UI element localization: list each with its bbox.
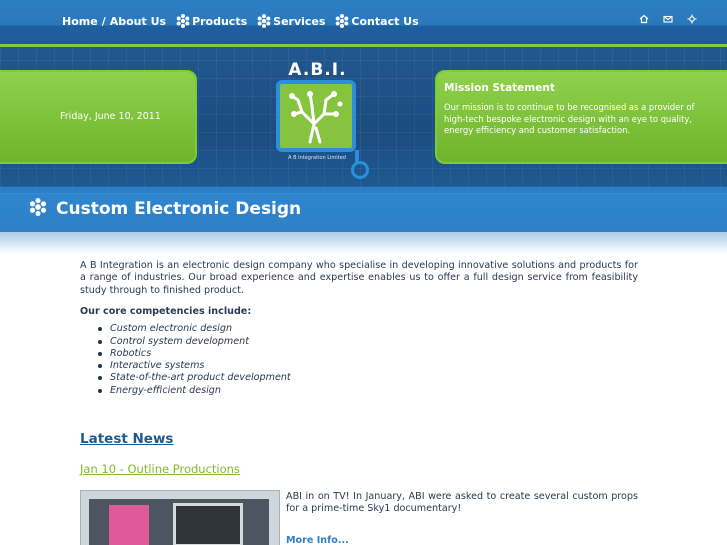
snowflake-icon	[257, 14, 271, 28]
nav-home[interactable]: Home	[62, 15, 98, 28]
snowflake-icon	[176, 14, 190, 28]
current-date: Friday, June 10, 2011	[60, 111, 161, 122]
sitemap-icon[interactable]	[687, 14, 697, 24]
list-item: Robotics	[98, 348, 638, 360]
snowflake-icon	[336, 14, 349, 28]
utility-icons	[639, 14, 697, 24]
news-image[interactable]	[80, 490, 280, 545]
logo-subtitle: A B Integration Limited	[288, 155, 346, 161]
nav-products[interactable]: Products	[192, 15, 247, 28]
mission-title: Mission Statement	[444, 82, 555, 94]
home-icon[interactable]	[639, 14, 649, 24]
mission-text: Our mission is to continue to be recogni…	[444, 102, 695, 136]
intro-paragraph: A B Integration is an electronic design …	[80, 260, 638, 296]
list-item: Control system development	[98, 336, 638, 348]
list-item: Custom electronic design	[98, 323, 638, 335]
page-title: Custom Electronic Design	[56, 199, 302, 219]
main-menu: Home / About Us Products Services Contac…	[62, 14, 419, 28]
news-item-text: ABI in on TV! In January, ABI were asked…	[286, 491, 638, 515]
circuit-tree-icon	[289, 91, 343, 144]
nav-about-us[interactable]: About Us	[110, 15, 166, 28]
list-item: Interactive systems	[98, 360, 638, 372]
list-item: State-of-the-art product development	[98, 372, 638, 384]
news-item-title[interactable]: Jan 10 - Outline Productions	[80, 462, 240, 476]
main-content: A B Integration is an electronic design …	[80, 260, 638, 397]
mail-icon[interactable]	[663, 14, 673, 24]
list-item: Energy-efficient design	[98, 385, 638, 397]
snowflake-icon	[29, 198, 47, 216]
competencies-heading: Our core competencies include:	[80, 306, 252, 318]
logo[interactable]	[276, 80, 356, 152]
more-info-link[interactable]: More Info...	[286, 535, 349, 545]
nav-separator: /	[101, 14, 106, 28]
title-fade	[0, 232, 727, 254]
latest-news-link[interactable]: Latest News	[80, 431, 173, 447]
nav-services[interactable]: Services	[273, 15, 325, 28]
top-navigation-bar: Home / About Us Products Services Contac…	[0, 0, 727, 47]
competencies-list: Custom electronic design Control system …	[98, 323, 638, 397]
logo-ring	[351, 161, 369, 179]
nav-contact-us[interactable]: Contact Us	[351, 15, 418, 28]
logo-title: A.B.I.	[288, 60, 347, 80]
